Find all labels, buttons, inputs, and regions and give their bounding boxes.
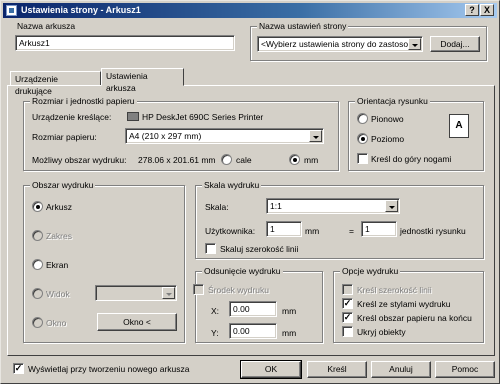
plot-options-group-label: Opcje wydruku [340,266,401,276]
portrait-radio[interactable] [357,113,368,124]
plot-lineweights-label: Kreśl szerokość linii [357,285,432,295]
hide-objects-label: Ukryj obiekty [357,327,406,337]
plot-button[interactable]: Kreśl [307,361,367,378]
scale-dropdown[interactable]: 1:1 [266,198,400,214]
chevron-down-icon[interactable] [162,287,175,299]
landscape-radio[interactable] [357,133,368,144]
cancel-button[interactable]: Anuluj [371,361,431,378]
help-button[interactable]: Pomoc [435,361,495,378]
chevron-down-icon[interactable] [309,130,322,142]
landscape-label: Poziomo [371,134,405,144]
page-orientation-icon: A [449,114,469,138]
add-page-setup-button[interactable]: Dodaj... [430,36,480,52]
y-offset-value: 0.00 [233,326,250,336]
custom-scale-left-field[interactable]: 1 [266,221,302,237]
paperspace-last-checkbox[interactable]: ✓ [342,312,353,323]
help-title-button[interactable]: ? [465,4,479,16]
portrait-label: Pionowo [371,114,404,124]
window-pick-button[interactable]: Okno < [97,313,177,331]
center-plot-checkbox[interactable] [193,284,204,295]
scale-lineweights-checkbox[interactable] [205,243,216,254]
display-radio[interactable] [32,259,43,270]
page-setup-value: <Wybierz ustawienia strony do zastosow [261,39,415,49]
x-offset-unit: mm [282,306,297,316]
plot-styles-label: Kreśl ze stylami wydruku [357,299,451,309]
paper-size-value: A4 (210 x 297 mm) [129,131,202,141]
x-offset-value: 0.00 [233,304,250,314]
view-label: Widok [46,289,70,299]
layout-name-field[interactable]: Arkusz1 [15,35,235,51]
printable-area-label: Możliwy obszar wydruku: [32,155,127,165]
custom-scale-left-value: 1 [270,224,275,234]
orientation-group-label: Orientacja rysunku [355,96,430,106]
extents-label: Zakres [46,231,72,241]
show-on-new-layout-label: Wyświetlaj przy tworzeniu nowego arkusza [28,364,190,374]
window-radio[interactable] [32,317,43,328]
custom-scale-unit: mm [305,226,320,236]
layout-area-radio[interactable] [32,201,43,212]
printer-icon [127,112,139,121]
extents-radio[interactable] [32,230,43,241]
scale-lineweights-label: Skaluj szerokość linii [220,244,299,254]
drawing-units-label: jednostki rysunku [400,226,466,236]
show-on-new-layout-checkbox[interactable]: ✓ [13,363,24,374]
x-offset-field[interactable]: 0.00 [229,301,277,317]
hide-objects-checkbox[interactable] [342,326,353,337]
equals-sign: = [349,226,354,236]
app-icon [6,5,17,16]
custom-scale-right-field[interactable]: 1 [361,221,397,237]
inches-radio[interactable] [221,154,232,165]
tab-layout-settings[interactable]: Ustawienia arkusza [101,68,184,93]
scale-label: Skala: [205,202,229,212]
dialog-title: Ustawienia strony - Arkusz1 [21,5,141,15]
inches-label: cale [236,155,252,165]
close-title-button[interactable]: X [480,4,494,16]
page-setup-dropdown[interactable]: <Wybierz ustawienia strony do zastosow [257,36,423,52]
plot-lineweights-checkbox[interactable] [342,284,353,295]
y-offset-label: Y: [211,328,219,338]
y-offset-unit: mm [282,328,297,338]
y-offset-field[interactable]: 0.00 [229,323,277,339]
printable-area-value: 278.06 x 201.61 mm [138,155,216,165]
ok-button[interactable]: OK [240,360,302,379]
title-bar: Ustawienia strony - Arkusz1 ? X [3,3,497,18]
view-dropdown[interactable] [95,285,177,301]
plot-scale-group-label: Skala wydruku [202,180,262,190]
page-setup-dialog: Ustawienia strony - Arkusz1 ? X Nazwa ar… [0,0,500,384]
plot-styles-checkbox[interactable]: ✓ [342,298,353,309]
plot-device-value: HP DeskJet 690C Series Printer [142,112,264,122]
layout-name-label: Nazwa arkusza [17,21,76,31]
x-offset-label: X: [211,306,220,316]
tab-plot-device[interactable]: Urządzenie drukujące [10,71,101,96]
view-radio[interactable] [32,288,43,299]
layout-area-label: Arkusz [46,202,72,212]
custom-scale-label: Użytkownika: [205,226,256,236]
plot-device-label: Urządzenie kreślące: [32,112,112,122]
page-setup-name-label: Nazwa ustawień strony [257,21,349,31]
upside-down-checkbox[interactable] [357,153,368,164]
plot-offset-group-label: Odsunięcie wydruku [202,266,283,276]
window-label: Okno [46,318,67,328]
upside-down-label: Kreśl do góry nogami [371,154,452,164]
custom-scale-right-value: 1 [365,224,370,234]
scale-value: 1:1 [270,201,282,211]
mm-label: mm [304,155,319,165]
paperspace-last-label: Kreśl obszar papieru na końcu [357,313,472,323]
chevron-down-icon[interactable] [408,38,421,50]
center-plot-label: Środek wydruku [208,285,269,295]
print-area-group-label: Obszar wydruku [30,180,96,190]
paper-size-dropdown[interactable]: A4 (210 x 297 mm) [125,128,324,144]
paper-size-group-label: Rozmiar i jednostki papieru [30,96,137,106]
paper-size-label: Rozmiar papieru: [32,132,97,142]
chevron-down-icon[interactable] [385,200,398,212]
layout-name-value: Arkusz1 [19,38,50,48]
display-label: Ekran [46,260,69,270]
mm-radio[interactable] [289,154,300,165]
